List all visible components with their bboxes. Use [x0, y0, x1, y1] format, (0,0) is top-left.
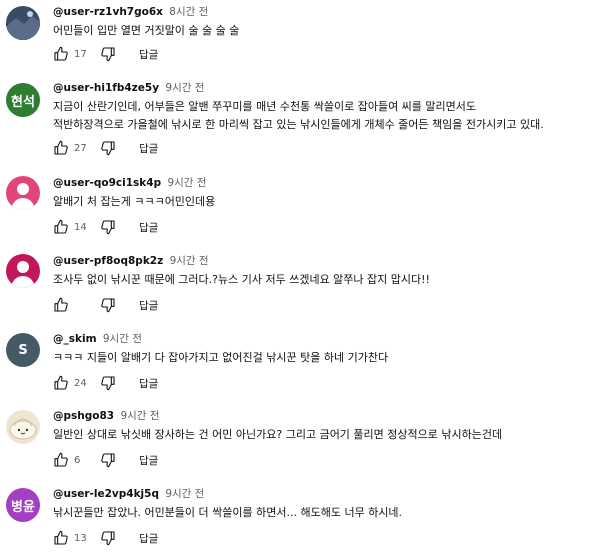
reply-button[interactable]: 답글 [139, 531, 158, 546]
like-count: 6 [74, 454, 81, 466]
comment-timestamp[interactable]: 9시간 전 [120, 410, 159, 422]
comment-text-line: 지금이 산란기인데, 어부들은 알밴 쭈꾸미를 매년 수천통 싹쓸이로 잡아들여… [53, 100, 477, 113]
comment-author[interactable]: @pshgo83 [53, 410, 114, 422]
dislike-icon[interactable] [100, 530, 116, 546]
comment-header: @user-hi1fb4ze5y 9시간 전 [53, 80, 204, 95]
avatar[interactable]: S [6, 333, 40, 367]
like-icon[interactable] [53, 297, 69, 313]
like-icon[interactable] [53, 375, 69, 391]
like-icon[interactable] [53, 530, 69, 546]
avatar[interactable] [6, 410, 40, 444]
reply-button[interactable]: 답글 [139, 141, 158, 156]
reply-button[interactable]: 답글 [139, 376, 158, 391]
avatar[interactable] [6, 176, 40, 210]
comment-author[interactable]: @_skim [53, 333, 97, 345]
reply-button[interactable]: 답글 [139, 298, 158, 313]
like-count: 14 [74, 221, 87, 233]
comment-text: 조사두 없이 낚시꾼 때문에 그러다.?뉴스 기사 저두 쓰겠네요 알쭈나 잡지… [53, 271, 430, 289]
comment-text-line: ㅋㅋㅋ 지들이 알배기 다 잡아가지고 없어진걸 낚시꾼 탓을 하네 기가찬다 [53, 351, 389, 364]
dislike-icon[interactable] [100, 375, 116, 391]
comment-author[interactable]: @user-rz1vh7go6x [53, 6, 163, 18]
like-count: 27 [74, 142, 87, 154]
comment-actions: 17 답글 [53, 46, 158, 62]
comment-timestamp[interactable]: 9시간 전 [103, 333, 142, 345]
avatar-initials: 현석 [11, 94, 35, 110]
comment-text-line: 낚시꾼들만 잡았나. 어민분들이 더 싹쓸이를 하면서... 해도해도 너무 하… [53, 506, 403, 519]
comment-text: 알배기 처 잡는게 ㅋㅋㅋ어민인데용 [53, 193, 215, 211]
avatar-initials: S [18, 342, 28, 358]
comment-actions: 6 답글 [53, 452, 158, 468]
comment-author[interactable]: @user-hi1fb4ze5y [53, 82, 159, 94]
comment-text-line: 어민들이 입만 열면 거짓말이 술 술 술 술 [53, 24, 240, 37]
comment-timestamp[interactable]: 9시간 전 [165, 82, 204, 94]
reply-button[interactable]: 답글 [139, 453, 158, 468]
like-icon[interactable] [53, 140, 69, 156]
comment-actions: 13 답글 [53, 530, 158, 546]
comment-timestamp[interactable]: 8시간 전 [169, 6, 208, 18]
avatar[interactable]: 현석 [6, 83, 40, 117]
comment-text: 낚시꾼들만 잡았나. 어민분들이 더 싹쓸이를 하면서... 해도해도 너무 하… [53, 504, 402, 522]
like-icon[interactable] [53, 46, 69, 62]
comment-header: @_skim 9시간 전 [53, 331, 142, 346]
like-icon[interactable] [53, 219, 69, 235]
dislike-icon[interactable] [100, 46, 116, 62]
comment-header: @pshgo83 9시간 전 [53, 408, 159, 423]
comment-text-line: 알배기 처 잡는게 ㅋㅋㅋ어민인데용 [53, 195, 216, 208]
dislike-icon[interactable] [100, 297, 116, 313]
like-count: 13 [74, 532, 87, 544]
comment-timestamp[interactable]: 9시간 전 [170, 255, 209, 267]
comment-actions: 24 답글 [53, 375, 158, 391]
comment-actions: 답글 [53, 297, 158, 313]
comment-header: @user-le2vp4kj5q 9시간 전 [53, 486, 204, 501]
dislike-icon[interactable] [100, 219, 116, 235]
like-icon[interactable] [53, 452, 69, 468]
reply-button[interactable]: 답글 [139, 47, 158, 62]
comment-header: @user-rz1vh7go6x 8시간 전 [53, 4, 208, 19]
comment-author[interactable]: @user-le2vp4kj5q [53, 488, 159, 500]
dislike-icon[interactable] [100, 140, 116, 156]
comment-actions: 14 답글 [53, 219, 158, 235]
comment-text: ㅋㅋㅋ 지들이 알배기 다 잡아가지고 없어진걸 낚시꾼 탓을 하네 기가찬다 [53, 349, 388, 367]
comment-text: 일반인 상대로 낚싯배 장사하는 건 어민 아닌가요? 그리고 금어기 풀리면 … [53, 426, 502, 444]
dislike-icon[interactable] [100, 452, 116, 468]
reply-button[interactable]: 답글 [139, 220, 158, 235]
comment-text-line: 적반하장격으로 가을철에 낚시로 한 마리씩 잡고 있는 낚시인들에게 개체수 … [53, 118, 544, 131]
avatar[interactable] [6, 6, 40, 40]
avatar[interactable] [6, 254, 40, 288]
comment-author[interactable]: @user-qo9ci1sk4p [53, 177, 161, 189]
comment-text: 지금이 산란기인데, 어부들은 알밴 쭈꾸미를 매년 수천통 싹쓸이로 잡아들여… [53, 98, 544, 134]
comment-timestamp[interactable]: 9시간 전 [167, 177, 206, 189]
avatar[interactable]: 병윤 [6, 488, 40, 522]
comment-text-line: 일반인 상대로 낚싯배 장사하는 건 어민 아닌가요? 그리고 금어기 풀리면 … [53, 428, 503, 441]
like-count: 24 [74, 377, 87, 389]
comment-text-line: 조사두 없이 낚시꾼 때문에 그러다.?뉴스 기사 저두 쓰겠네요 알쭈나 잡지… [53, 273, 430, 286]
avatar-initials: 병윤 [11, 499, 35, 515]
comment-timestamp[interactable]: 9시간 전 [165, 488, 204, 500]
comment-header: @user-qo9ci1sk4p 9시간 전 [53, 175, 206, 190]
comment-actions: 27 답글 [53, 140, 158, 156]
comment-header: @user-pf8oq8pk2z 9시간 전 [53, 253, 209, 268]
comment-author[interactable]: @user-pf8oq8pk2z [53, 255, 163, 267]
comment-text: 어민들이 입만 열면 거짓말이 술 술 술 술 [53, 22, 239, 40]
like-count: 17 [74, 48, 87, 60]
